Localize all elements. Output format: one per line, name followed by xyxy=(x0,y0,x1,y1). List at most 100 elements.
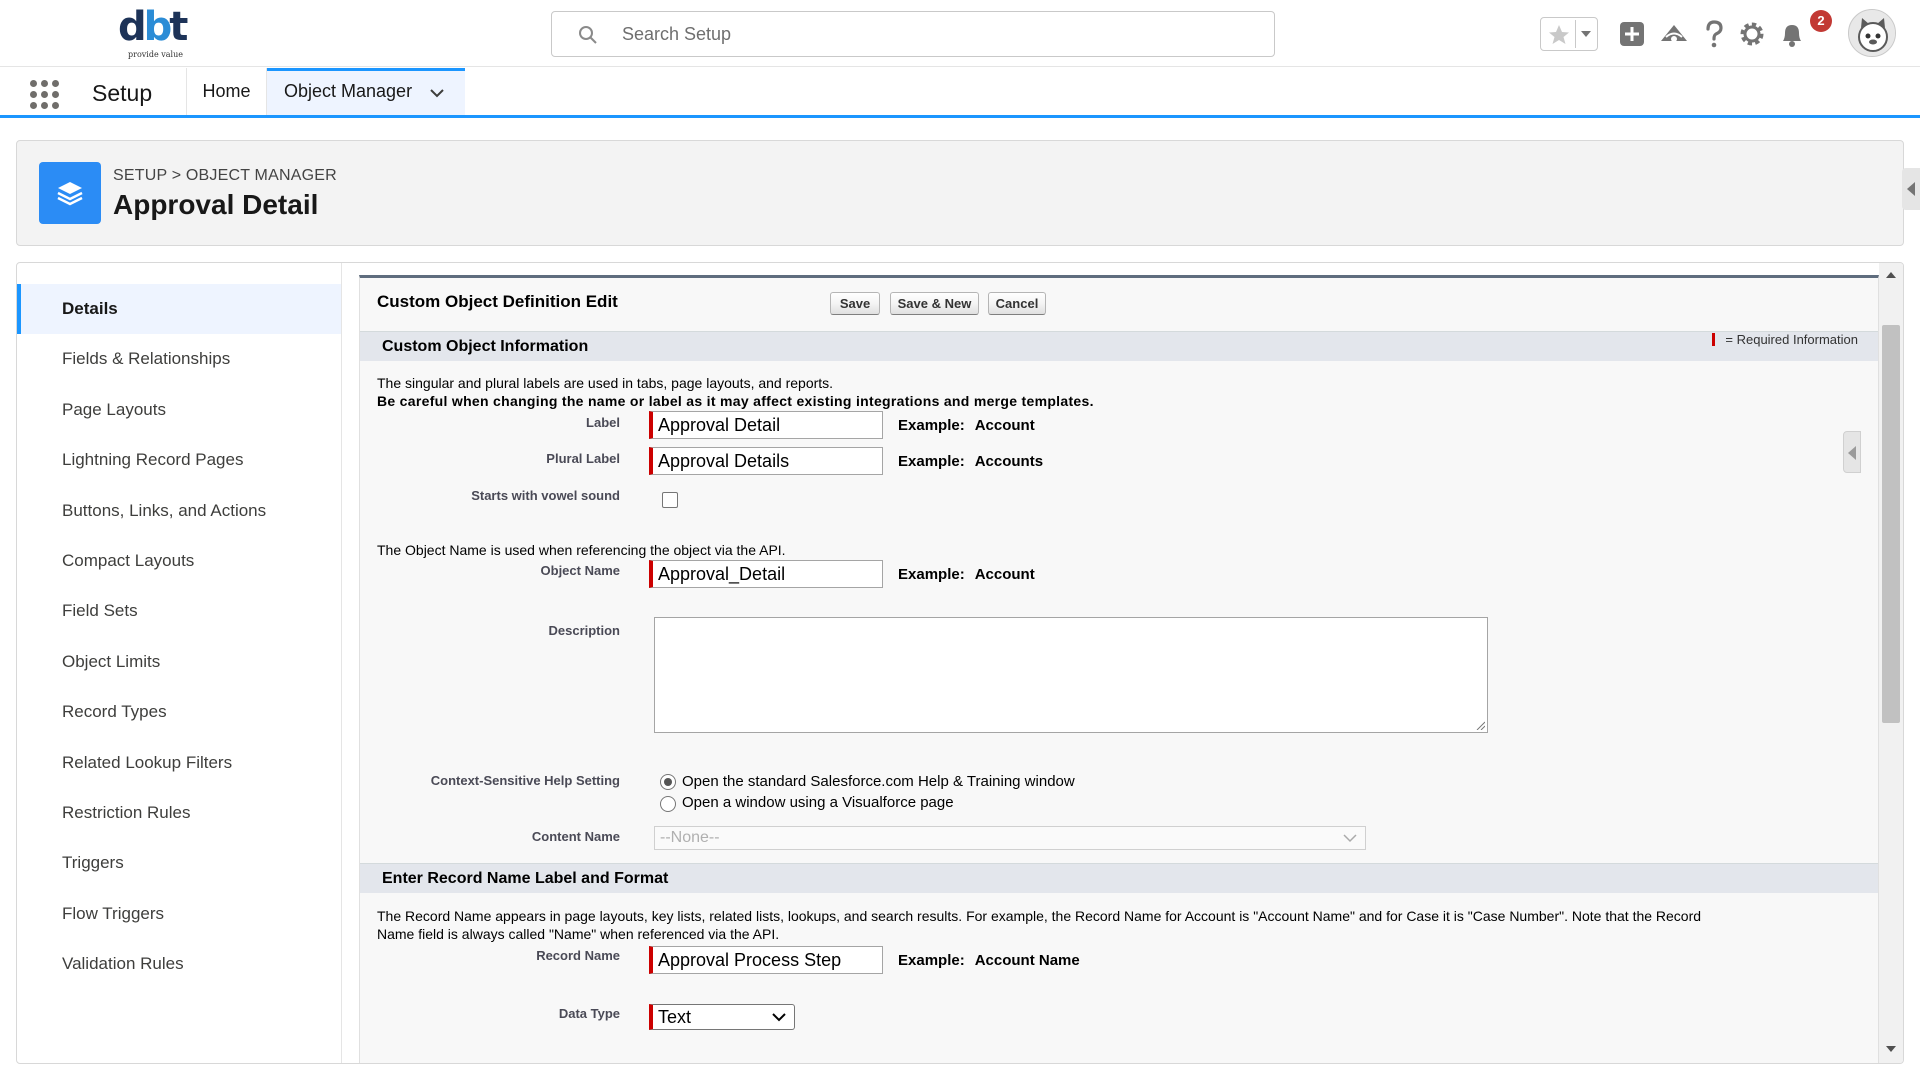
form-scrollbar[interactable] xyxy=(1879,263,1903,1063)
notification-count-badge: 2 xyxy=(1810,10,1832,32)
favorites-list-button[interactable] xyxy=(1575,20,1595,48)
sidebar-item-fields-relationships[interactable]: Fields & Relationships xyxy=(17,334,341,384)
content-name-value: --None-- xyxy=(660,829,720,846)
content-name-label: Content Name xyxy=(531,829,620,844)
section-title: Custom Object Information xyxy=(382,338,589,355)
help-visualforce-radio[interactable] xyxy=(660,796,676,812)
object-name-example: Example: Account xyxy=(898,566,1035,583)
example-value: Account xyxy=(974,566,1035,583)
required-marker xyxy=(1712,333,1716,346)
label-field-label: Label xyxy=(586,415,620,430)
logo-tagline: provide value xyxy=(128,50,183,59)
plural-label-input[interactable]: Approval Details xyxy=(649,447,883,475)
help-icon[interactable] xyxy=(1697,17,1731,51)
record-name-intro-line1: The Record Name appears in page layouts,… xyxy=(377,908,1702,924)
help-setting-label: Context-Sensitive Help Setting xyxy=(430,773,620,788)
record-name-input[interactable]: Approval Process Step xyxy=(649,946,883,974)
save-button[interactable]: Save xyxy=(830,292,880,315)
required-legend-text: = Required Information xyxy=(1725,332,1858,347)
custom-object-edit-form: Custom Object Definition Edit Save Save … xyxy=(359,275,1879,1063)
scroll-up-arrow-icon[interactable] xyxy=(1886,271,1896,279)
sidebar-item-triggers[interactable]: Triggers xyxy=(17,838,341,888)
description-label: Description xyxy=(548,623,620,638)
chevron-down-icon xyxy=(1581,31,1591,37)
notifications-bell-icon[interactable] xyxy=(1775,17,1809,51)
example-value: Account Name xyxy=(974,952,1080,969)
section-custom-object-information: Custom Object Information = Required Inf… xyxy=(360,331,1878,361)
app-launcher-icon[interactable] xyxy=(30,80,60,110)
example-prefix: Example: xyxy=(898,566,965,583)
tab-object-manager[interactable]: Object Manager xyxy=(267,68,465,115)
chevron-left-icon xyxy=(1907,182,1915,196)
plural-label-example: Example: Accounts xyxy=(898,453,1043,470)
scroll-down-arrow-icon[interactable] xyxy=(1886,1045,1896,1053)
sidebar-item-field-sets[interactable]: Field Sets xyxy=(17,586,341,636)
example-prefix: Example: xyxy=(898,453,965,470)
search-input[interactable] xyxy=(622,12,1262,56)
object-name-input[interactable]: Approval_Detail xyxy=(649,560,883,588)
sidebar-item-compact-layouts[interactable]: Compact Layouts xyxy=(17,536,341,586)
expand-panel-tab[interactable] xyxy=(1843,431,1861,473)
collapse-panel-tab[interactable] xyxy=(1902,168,1920,210)
sidebar-item-buttons-links-and-actions[interactable]: Buttons, Links, and Actions xyxy=(17,486,341,536)
sidebar-item-record-types[interactable]: Record Types xyxy=(17,687,341,737)
global-header: dbt provide value Search Setup 2 xyxy=(0,0,1920,67)
help-standard-radio[interactable] xyxy=(660,774,676,790)
record-name-example: Example: Account Name xyxy=(898,952,1080,969)
user-avatar[interactable] xyxy=(1848,9,1896,57)
sidebar-item-object-limits[interactable]: Object Limits xyxy=(17,637,341,687)
page-title: Approval Detail xyxy=(113,189,319,220)
labels-intro-text: The singular and plural labels are used … xyxy=(377,375,834,391)
sidebar-item-related-lookup-filters[interactable]: Related Lookup Filters xyxy=(17,738,341,788)
example-value: Accounts xyxy=(974,453,1044,470)
trailhead-guidance-icon[interactable] xyxy=(1657,17,1691,51)
vowel-sound-label: Starts with vowel sound xyxy=(471,488,620,503)
sidebar-item-restriction-rules[interactable]: Restriction Rules xyxy=(17,788,341,838)
api-intro-text: The Object Name is used when referencing… xyxy=(377,542,786,558)
chevron-down-icon[interactable] xyxy=(429,85,445,101)
sidebar-item-page-layouts[interactable]: Page Layouts xyxy=(17,385,341,435)
breadcrumb[interactable]: SETUP > OBJECT MANAGER xyxy=(113,167,337,185)
labels-warning-text: Be careful when changing the name or lab… xyxy=(377,393,1094,409)
object-name-label: Object Name xyxy=(540,563,620,578)
data-type-select[interactable]: Text xyxy=(649,1004,795,1030)
record-name-label: Record Name xyxy=(536,948,620,963)
setup-gear-icon[interactable] xyxy=(1735,17,1769,51)
save-and-new-button[interactable]: Save & New xyxy=(890,292,979,315)
company-logo[interactable]: dbt provide value xyxy=(118,6,198,60)
tab-home[interactable]: Home xyxy=(187,68,267,115)
sidebar-item-flow-triggers[interactable]: Flow Triggers xyxy=(17,889,341,939)
content-name-select: --None-- xyxy=(654,826,1366,850)
data-type-value: Text xyxy=(658,1007,692,1027)
section-title: Enter Record Name Label and Format xyxy=(382,870,669,887)
example-prefix: Example: xyxy=(898,417,965,434)
required-legend: = Required Information xyxy=(1712,332,1858,347)
sidebar-item-details[interactable]: Details xyxy=(17,284,341,334)
label-input[interactable]: Approval Detail xyxy=(649,411,883,439)
resize-grip-icon[interactable] xyxy=(1475,720,1485,730)
layers-icon xyxy=(57,182,83,206)
global-search[interactable] xyxy=(551,11,1275,57)
description-textarea[interactable] xyxy=(654,617,1488,733)
sidebar-item-lightning-record-pages[interactable]: Lightning Record Pages xyxy=(17,435,341,485)
help-standard-label[interactable]: Open the standard Salesforce.com Help & … xyxy=(682,773,1075,790)
object-manager-sidebar: Details Fields & Relationships Page Layout… xyxy=(17,263,342,1063)
tab-object-manager-label: Object Manager xyxy=(284,81,413,101)
chevron-left-icon xyxy=(1848,446,1856,460)
scrollbar-thumb[interactable] xyxy=(1882,325,1900,723)
section-record-name: Enter Record Name Label and Format xyxy=(360,863,1878,893)
vowel-sound-checkbox[interactable] xyxy=(662,492,678,508)
logo-wordmark: dbt xyxy=(118,4,188,50)
global-actions-add-icon[interactable] xyxy=(1615,17,1649,51)
label-example: Example: Account xyxy=(898,417,1035,434)
record-name-intro-line2: Name field is always called "Name" when … xyxy=(377,926,780,942)
object-icon xyxy=(39,162,101,224)
help-visualforce-label[interactable]: Open a window using a Visualforce page xyxy=(682,794,954,811)
object-page-header: SETUP > OBJECT MANAGER Approval Detail xyxy=(16,140,1904,246)
example-value: Account xyxy=(974,417,1035,434)
astro-avatar-icon xyxy=(1849,10,1895,56)
sidebar-item-validation-rules[interactable]: Validation Rules xyxy=(17,939,341,989)
favorites-star-icon[interactable] xyxy=(1547,23,1571,47)
favorites-group xyxy=(1540,17,1598,51)
cancel-button[interactable]: Cancel xyxy=(988,292,1046,315)
